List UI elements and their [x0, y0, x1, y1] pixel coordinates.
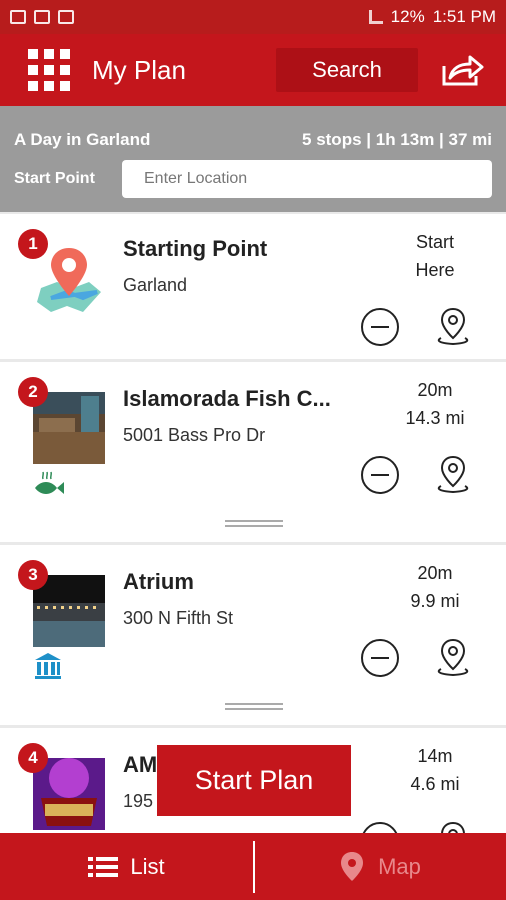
stop-travel-distance: 14.3 mi [405, 408, 465, 428]
tab-divider [253, 841, 255, 893]
start-point-input[interactable] [122, 160, 492, 198]
atrium-photo [33, 575, 105, 647]
stop-travel-info: 14m 4.6 mi [390, 742, 480, 798]
stop-card[interactable]: 2 Islamorada Fish C... 5001 Bass Pro Dr … [0, 362, 506, 542]
stop-card[interactable]: 3 Atrium 300 N Fifth St 20m 9.9 mi [0, 545, 506, 725]
stop-number-badge: 4 [18, 743, 48, 773]
stop-name: AM [123, 752, 158, 777]
stop-travel-distance: 9.9 mi [410, 591, 460, 611]
search-button[interactable]: Search [276, 48, 418, 92]
app-notification-icon [58, 10, 74, 24]
share-icon[interactable] [440, 52, 484, 88]
app-header: My Plan Search [0, 34, 506, 106]
stop-travel-info: 20m 14.3 mi [390, 376, 480, 432]
stop-number-badge: 2 [18, 377, 48, 407]
stop-travel-time: 14m [417, 746, 453, 766]
list-icon [88, 856, 119, 877]
page-title: My Plan [92, 54, 186, 85]
location-pin-icon[interactable] [433, 820, 473, 833]
start-point-label: Start Point [14, 170, 95, 187]
stop-address: 300 N Fifth St [123, 608, 234, 628]
plan-summary: A Day in Garland 5 stops | 1h 13m | 37 m… [0, 106, 506, 212]
drag-handle[interactable] [225, 520, 283, 528]
stop-address: 5001 Bass Pro Dr [123, 425, 266, 445]
stop-name: Islamorada Fish C... [123, 386, 331, 411]
bowling-alley-photo [33, 758, 105, 830]
tab-list-label: List [130, 853, 165, 879]
menu-grid-icon[interactable] [28, 49, 70, 91]
stop-card[interactable]: 1 Starting Point Garland Start Here [0, 214, 506, 359]
wifi-icon [368, 10, 383, 24]
stop-number-badge: 1 [18, 229, 48, 259]
location-pin-icon[interactable] [433, 637, 473, 677]
stop-name: Atrium [123, 569, 194, 594]
map-icon [341, 851, 364, 881]
image-notification-icon [10, 10, 26, 24]
stop-travel-distance: 4.6 mi [410, 774, 460, 794]
stop-travel-info: 20m 9.9 mi [390, 559, 480, 615]
bottom-tab-bar: List Map [0, 833, 506, 900]
status-bar: 12% 1:51 PM [0, 0, 506, 34]
stop-name: Starting Point [123, 236, 268, 261]
tab-map-label: Map [378, 853, 421, 879]
remove-stop-button[interactable] [361, 639, 399, 677]
stop-address: Garland [123, 275, 188, 295]
notification-icons [10, 10, 74, 24]
stop-travel-info: Start Here [390, 228, 480, 284]
stop-travel-time: 20m [417, 563, 453, 583]
remove-stop-button[interactable] [361, 456, 399, 494]
stop-travel-time: Start [415, 232, 454, 252]
stop-travel-distance: Here [415, 260, 455, 280]
start-plan-button[interactable]: Start Plan [157, 745, 351, 816]
mail-notification-icon [34, 10, 50, 24]
remove-stop-button[interactable] [361, 308, 399, 346]
museum-icon [35, 653, 61, 679]
fish-icon [35, 471, 64, 494]
plan-stats: 5 stops | 1h 13m | 37 mi [302, 130, 492, 149]
location-pin-icon[interactable] [433, 306, 473, 346]
remove-stop-button[interactable] [361, 822, 399, 833]
plan-name: A Day in Garland [14, 130, 151, 149]
location-pin-icon[interactable] [433, 454, 473, 494]
battery-level: 12% [390, 7, 425, 26]
tab-map[interactable]: Map [253, 833, 506, 900]
clock: 1:51 PM [432, 7, 496, 26]
tab-list[interactable]: List [0, 833, 253, 900]
stop-travel-time: 20m [417, 380, 453, 400]
drag-handle[interactable] [225, 703, 283, 711]
stop-number-badge: 3 [18, 560, 48, 590]
stop-address: 195 [123, 791, 154, 811]
restaurant-photo [33, 392, 105, 464]
